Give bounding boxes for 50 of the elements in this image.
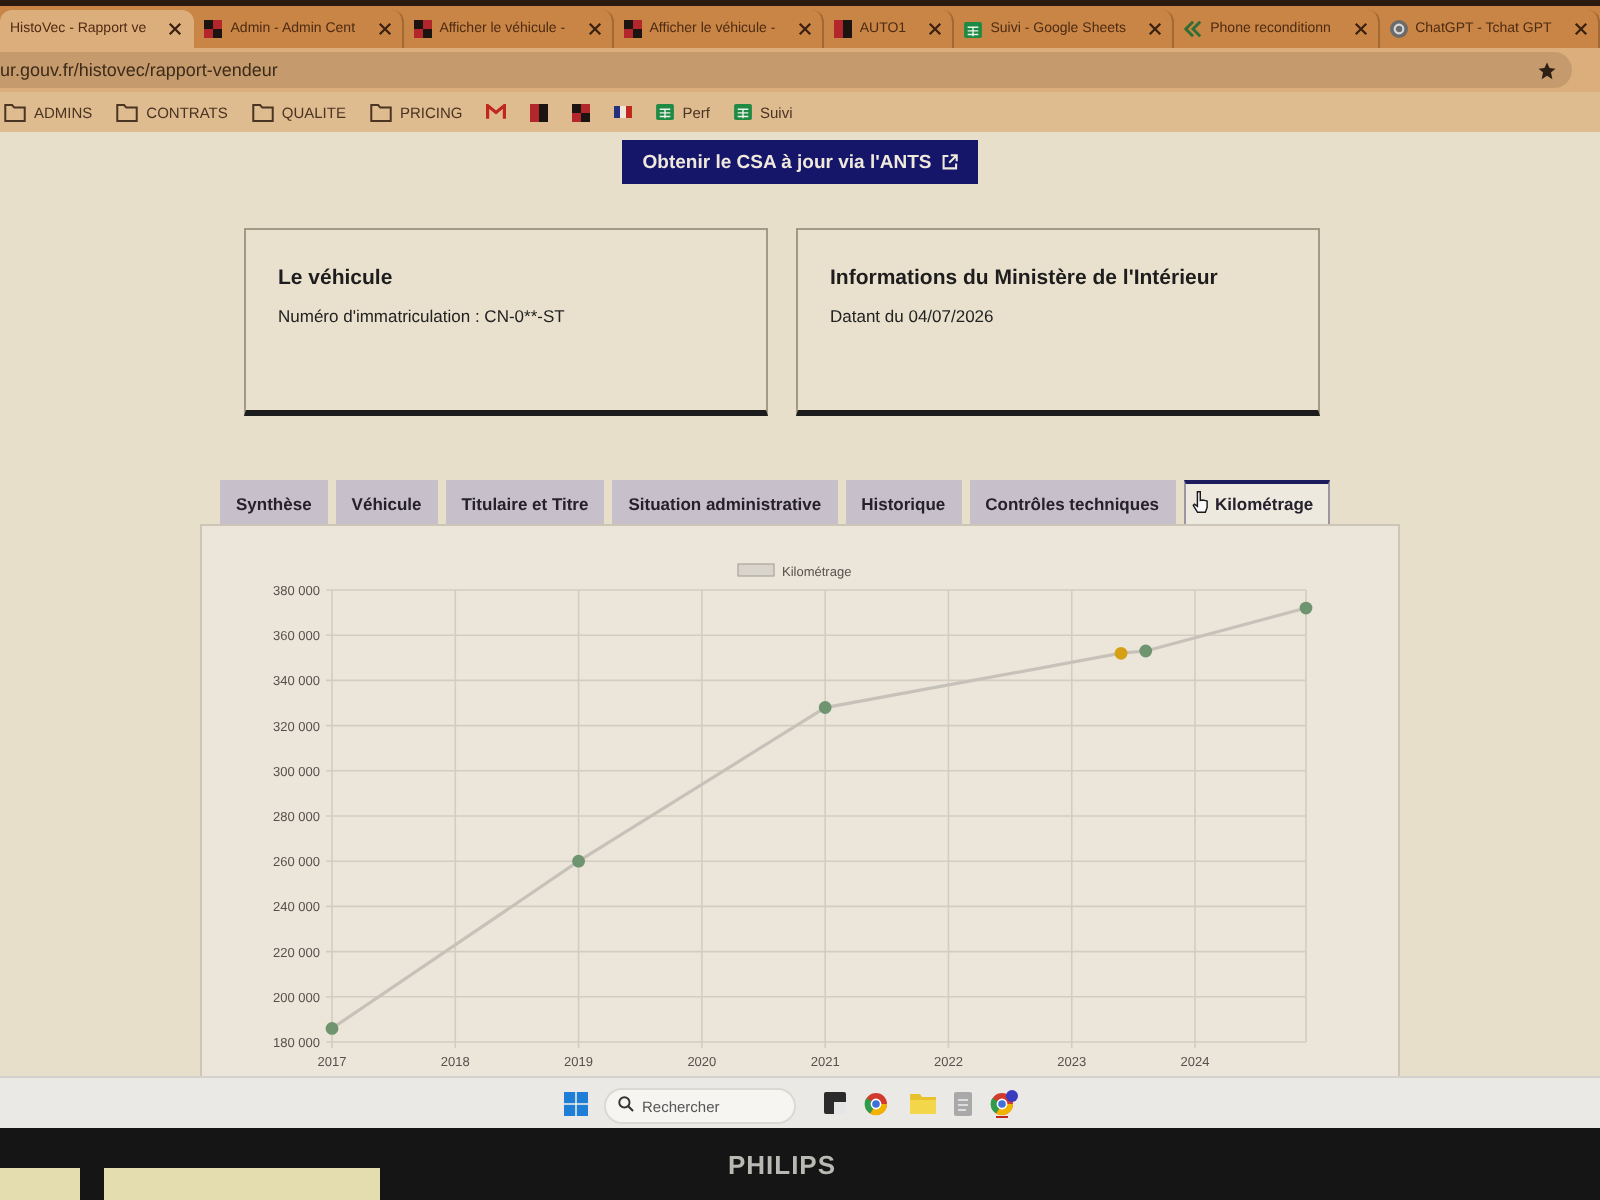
folder-icon (369, 103, 392, 121)
page-tab[interactable]: Synthèse (220, 480, 328, 524)
hand-cursor-icon (1191, 490, 1210, 514)
folder-icon (116, 103, 139, 121)
close-icon[interactable] (1574, 22, 1588, 36)
address-field[interactable]: ur.gouv.fr/histovec/rapport-vendeur (0, 52, 1572, 88)
checkered-square-icon (413, 20, 432, 38)
double-chevron-icon (1184, 20, 1203, 38)
legend-swatch-icon (737, 563, 775, 577)
close-icon[interactable] (168, 22, 183, 36)
close-icon[interactable] (928, 22, 943, 36)
close-icon[interactable] (377, 22, 392, 36)
mail-icon[interactable] (486, 104, 507, 120)
external-link-icon (941, 154, 958, 170)
paper-note (0, 1168, 80, 1200)
star-icon[interactable] (1538, 61, 1556, 79)
card-title: Informations du Ministère de l'Intérieur (830, 266, 1220, 290)
app-tile-icon[interactable] (824, 1092, 846, 1114)
split-square-icon[interactable] (530, 103, 549, 121)
close-icon[interactable] (797, 22, 812, 36)
page-tab[interactable]: Situation administrative (612, 480, 838, 524)
url-text: ur.gouv.fr/histovec/rapport-vendeur (0, 60, 280, 80)
four-squares-icon[interactable] (564, 1091, 588, 1115)
page-tab[interactable]: Contrôles techniques (969, 480, 1176, 524)
csa-button[interactable]: Obtenir le CSA à jour via l'ANTS (622, 140, 978, 184)
close-icon[interactable] (1148, 22, 1163, 36)
split-square-icon (833, 20, 852, 38)
color-wheel-icon[interactable] (864, 1089, 892, 1117)
checkered-square-icon (623, 20, 642, 38)
color-wheel-icon[interactable] (990, 1089, 1018, 1117)
close-icon[interactable] (1353, 22, 1368, 36)
folder-icon (251, 103, 274, 121)
spreadsheet-icon (656, 104, 675, 120)
search-icon (618, 1095, 634, 1111)
card-title: Le véhicule (278, 266, 395, 290)
spreadsheet-icon (734, 104, 752, 120)
page-tab[interactable]: Titulaire et Titre (445, 480, 605, 524)
folder-icon (4, 103, 26, 121)
spreadsheet-icon (964, 21, 983, 37)
round-logo-icon (1389, 20, 1408, 38)
card-text: Datant du 04/07/2026 (830, 306, 996, 326)
page-tab[interactable]: Historique (845, 480, 962, 524)
brand-label: PHILIPS (727, 1149, 837, 1179)
page-tab[interactable]: Kilométrage (1183, 480, 1330, 524)
card-text: Numéro d'immatriculation : CN-0**-ST (278, 306, 567, 326)
checkered-square-icon[interactable] (572, 103, 591, 121)
close-icon[interactable] (587, 22, 602, 36)
checkered-square-icon (204, 20, 223, 38)
page-tab[interactable]: Véhicule (335, 480, 438, 524)
flag-icon[interactable] (614, 106, 633, 118)
